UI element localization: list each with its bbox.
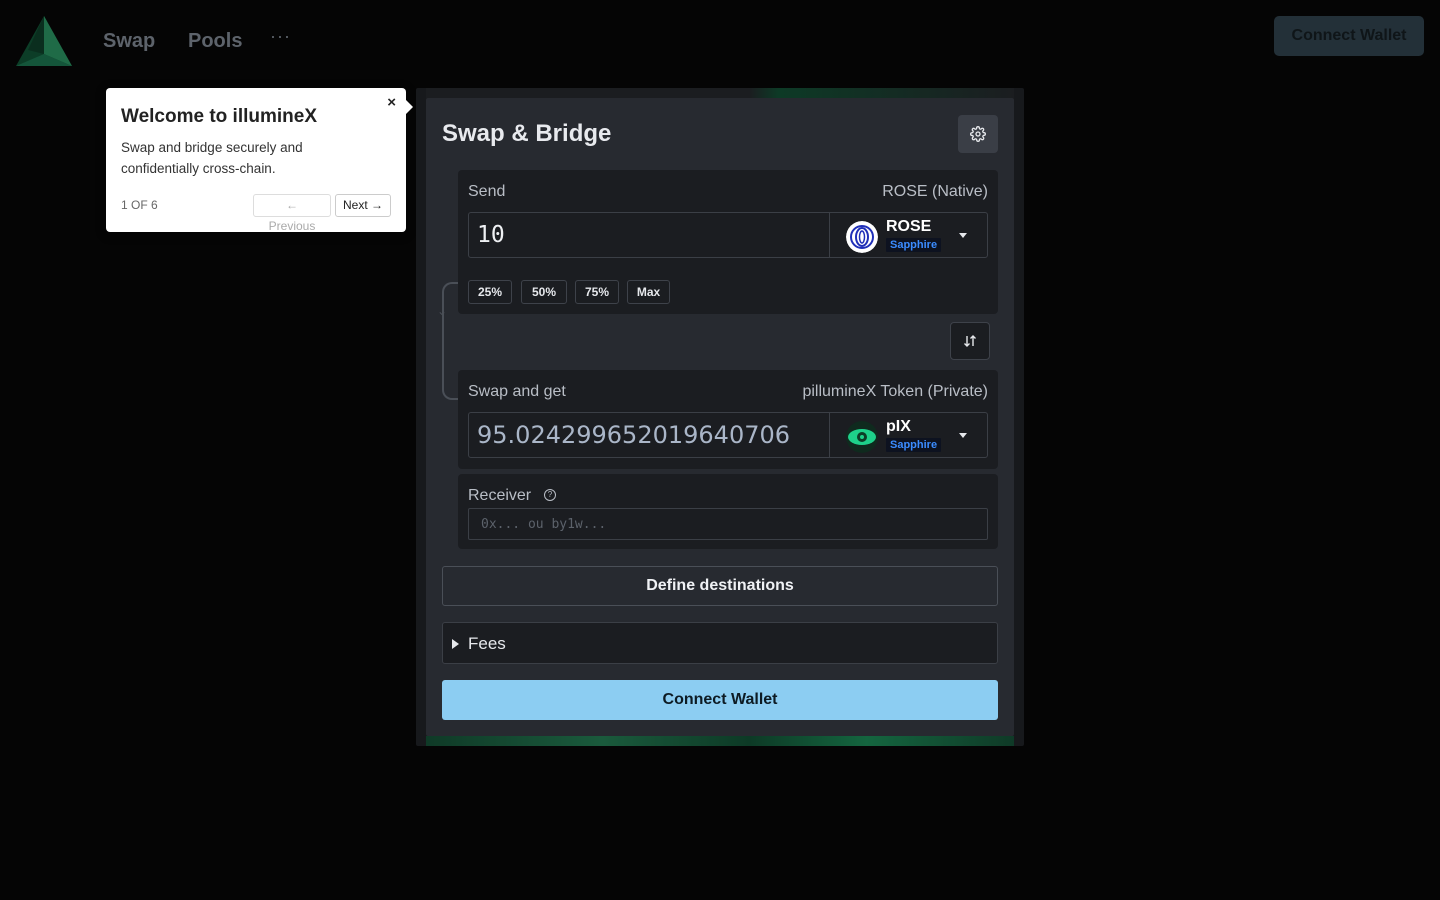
send-token-full-name: ROSE (Native) <box>882 183 988 200</box>
percent-75-button[interactable]: 75% <box>575 280 619 304</box>
chevron-down-icon <box>959 433 967 438</box>
gear-icon <box>970 126 986 142</box>
header-connect-wallet-button[interactable]: Connect Wallet <box>1274 16 1424 56</box>
chevron-down-icon: ⌄ <box>437 304 448 318</box>
close-icon[interactable]: × <box>387 94 396 111</box>
send-token-select[interactable]: ROSE Sapphire <box>829 213 987 257</box>
define-destinations-button[interactable]: Define destinations <box>442 566 998 606</box>
receive-chain-badge: Sapphire <box>886 438 942 452</box>
onboarding-popover: × Welcome to illumineX Swap and bridge s… <box>106 88 413 233</box>
previous-button[interactable]: ← Previous <box>253 194 331 233</box>
more-menu-icon[interactable]: ··· <box>270 26 291 47</box>
popover-progress: 1 OF 6 <box>121 198 158 212</box>
rose-token-icon <box>846 221 878 253</box>
receive-token-full-name: pillumineX Token (Private) <box>802 383 988 400</box>
popover-title: Welcome to illumineX <box>121 106 318 127</box>
max-button[interactable]: Max <box>627 280 670 304</box>
card-glow-top <box>426 88 1014 98</box>
receive-label: Swap and get <box>468 383 566 400</box>
connect-wallet-button[interactable]: Connect Wallet <box>442 680 998 720</box>
receiver-panel: Receiver ? <box>458 474 998 549</box>
send-token-symbol: ROSE <box>886 218 932 235</box>
send-amount-input[interactable] <box>469 213 829 257</box>
popover-arrow <box>406 100 413 114</box>
percent-50-button[interactable]: 50% <box>521 280 567 304</box>
switch-direction-button[interactable] <box>950 322 990 360</box>
card-glow-bottom <box>426 736 1014 746</box>
chevron-down-icon <box>959 233 967 238</box>
fees-label: Fees <box>468 634 506 653</box>
receive-token-symbol: pIX <box>886 418 911 435</box>
help-icon[interactable]: ? <box>544 489 556 501</box>
percent-25-button[interactable]: 25% <box>468 280 512 304</box>
popover-description: Swap and bridge securely and confidentia… <box>121 140 303 176</box>
send-amount-box: ROSE Sapphire <box>468 212 988 258</box>
receiver-label: Receiver <box>468 487 532 504</box>
nav-pools[interactable]: Pools <box>188 30 242 53</box>
settings-button[interactable] <box>958 115 998 153</box>
caret-right-icon <box>452 639 459 649</box>
send-label: Send <box>468 183 506 200</box>
receive-amount-input[interactable] <box>469 413 829 457</box>
fees-toggle[interactable]: Fees <box>442 622 998 664</box>
next-button[interactable]: Next → <box>335 194 391 217</box>
receive-panel: Swap and get pillumineX Token (Private) … <box>458 370 998 469</box>
illuminex-logo-icon[interactable] <box>14 14 74 68</box>
receive-amount-box: pIX Sapphire <box>468 412 988 458</box>
pix-token-icon <box>846 421 878 453</box>
receiver-address-input[interactable] <box>468 508 988 540</box>
nav-swap[interactable]: Swap <box>103 30 155 53</box>
send-chain-badge: Sapphire <box>886 238 942 252</box>
receive-token-select[interactable]: pIX Sapphire <box>829 413 987 457</box>
flow-connector <box>442 282 458 400</box>
swap-card: Swap & Bridge ⌄ Send ROSE (Native) ROSE … <box>426 98 1014 736</box>
swap-arrows-icon <box>964 335 976 347</box>
card-title: Swap & Bridge <box>442 120 612 147</box>
send-panel: Send ROSE (Native) ROSE Sapphire 25% 50%… <box>458 170 998 314</box>
